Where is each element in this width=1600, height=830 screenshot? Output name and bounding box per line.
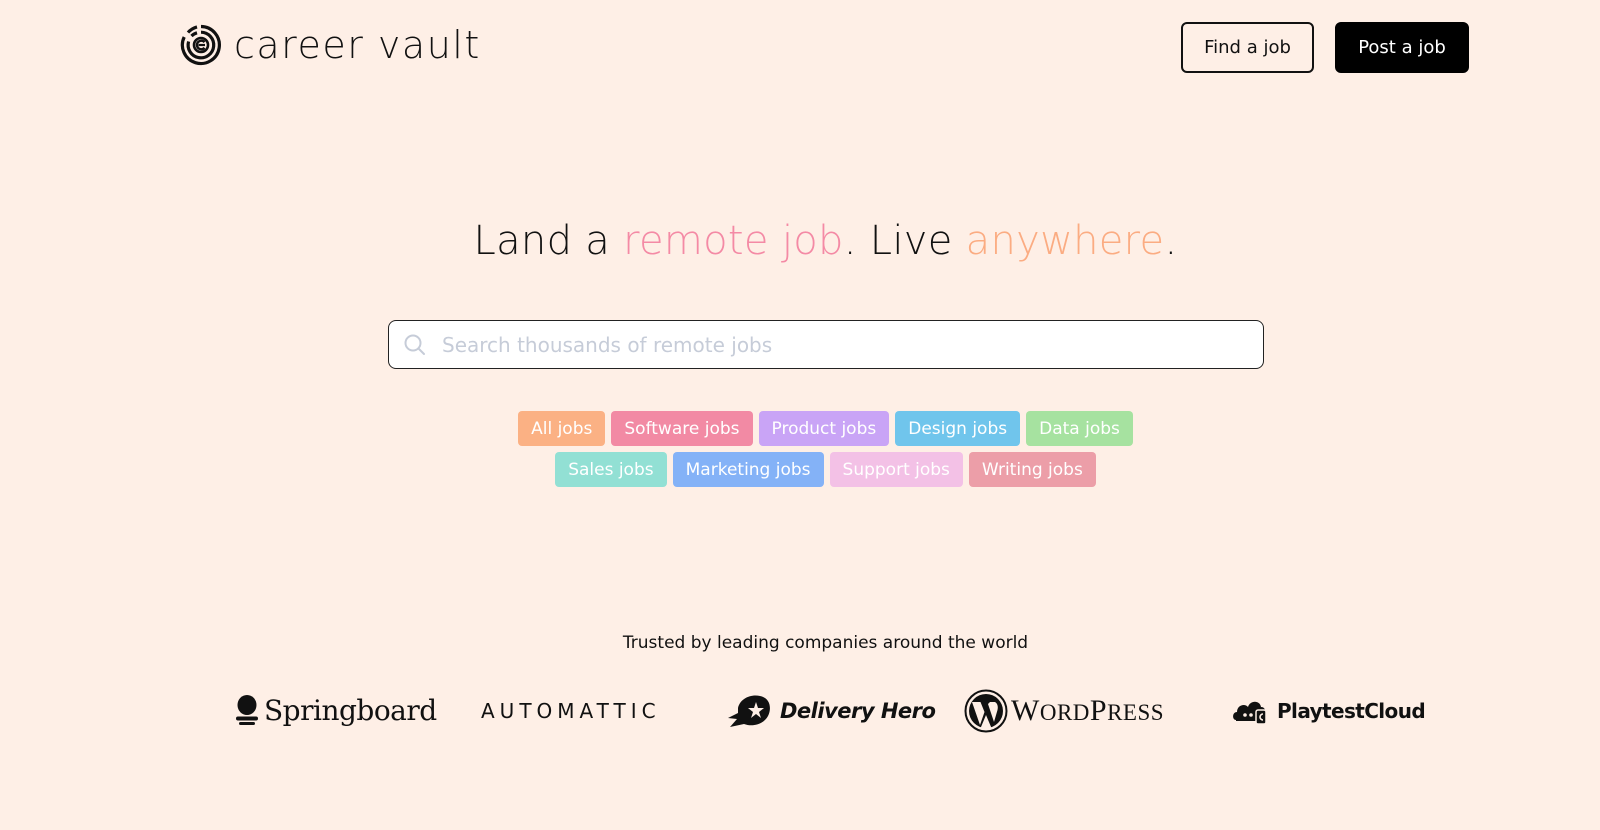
company-logo-wordpress: WORDPRESS [964,688,1164,733]
category-sales-jobs[interactable]: Sales jobs [555,452,667,487]
job-search-box[interactable] [388,320,1264,369]
trusted-heading: Trusted by leading companies around the … [622,633,1029,653]
search-icon [404,334,425,355]
find-job-button[interactable]: Find a job [1181,22,1314,73]
category-writing-jobs[interactable]: Writing jobs [968,452,1096,487]
category-marketing-jobs[interactable]: Marketing jobs [672,452,824,487]
search-input[interactable] [442,332,1242,357]
vault-logo-icon [180,24,221,66]
category-design-jobs[interactable]: Design jobs [895,411,1021,446]
category-row-2: Sales jobs Marketing jobs Support jobs W… [0,452,1600,487]
company-logo-delivery-hero: Delivery Hero [728,688,936,733]
category-data-jobs[interactable]: Data jobs [1026,411,1133,446]
wordmark-part: ORD [1039,699,1090,725]
company-logo-springboard: Springboard [236,688,437,733]
wordpress-icon [964,689,1008,732]
company-name: Springboard [264,694,437,727]
headline-highlight-anywhere: anywhere [965,218,1165,264]
brand-logo[interactable]: career vault [180,24,481,66]
company-logo-automattic: AUTOMATTIC [481,688,661,733]
site-header: career vault Find a job Post a job [0,0,1600,95]
post-job-button[interactable]: Post a job [1335,22,1469,73]
delivery-hero-icon [728,695,770,727]
category-support-jobs[interactable]: Support jobs [829,452,963,487]
springboard-icon [236,694,258,725]
headline-highlight-remote-job: remote job [623,218,844,264]
headline-part: . [1164,218,1178,264]
headline-part: Land a [473,218,624,264]
company-name: WORDPRESS [1011,694,1164,728]
brand-name: career vault [234,23,481,67]
category-row-1: All jobs Software jobs Product jobs Desi… [0,411,1600,446]
headline-part: . Live [843,218,966,264]
wordmark-part: P [1089,693,1108,727]
category-product-jobs[interactable]: Product jobs [758,411,890,446]
category-all-jobs[interactable]: All jobs [518,411,606,446]
company-name: Delivery Hero [780,698,936,723]
company-name: AUTOMATTIC [481,698,661,723]
hero-headline: Land a remote job. Live anywhere. [0,218,1600,264]
playtestcloud-icon [1233,701,1267,725]
company-name: PlaytestCloud [1277,698,1426,723]
wordmark-part: RESS [1107,699,1165,725]
company-logo-playtestcloud: PlaytestCloud [1232,688,1426,733]
category-software-jobs[interactable]: Software jobs [611,411,753,446]
wordmark-part: W [1011,693,1040,727]
company-logos: Springboard AUTOMATTIC Delivery Hero WOR… [0,688,1600,733]
